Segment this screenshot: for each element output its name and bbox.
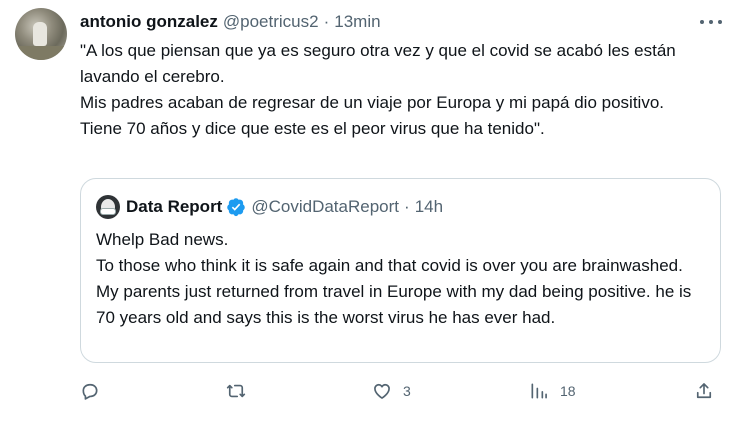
tweet-text: "A los que piensan que ya es seguro otra… bbox=[80, 41, 676, 138]
quoted-author-avatar[interactable] bbox=[96, 195, 120, 219]
verified-badge-icon bbox=[227, 198, 246, 217]
views-icon bbox=[531, 383, 547, 399]
author-handle[interactable]: @poetricus2 bbox=[223, 12, 319, 32]
quoted-tweet[interactable]: Data Report @CovidDataReport · 14h Whelp… bbox=[80, 178, 721, 363]
reply-button[interactable] bbox=[80, 376, 111, 406]
retweet-icon bbox=[226, 384, 246, 398]
views-count: 18 bbox=[560, 383, 576, 399]
quoted-header-separator: · bbox=[404, 197, 410, 216]
like-button[interactable]: 3 bbox=[372, 376, 411, 406]
header-separator: · bbox=[323, 12, 330, 31]
share-button[interactable] bbox=[694, 376, 714, 406]
reply-icon bbox=[82, 383, 98, 400]
more-dot bbox=[709, 20, 713, 24]
author-avatar[interactable] bbox=[15, 8, 67, 60]
author-name[interactable]: antonio gonzalez bbox=[80, 12, 218, 32]
action-bar: 3 18 bbox=[0, 376, 738, 406]
like-count: 3 bbox=[403, 383, 411, 399]
quoted-author-handle[interactable]: @CovidDataReport bbox=[251, 197, 399, 217]
more-dot bbox=[700, 20, 704, 24]
more-dot bbox=[718, 20, 722, 24]
avatar-ground bbox=[15, 46, 67, 60]
heart-icon bbox=[374, 383, 390, 399]
quoted-author-name[interactable]: Data Report bbox=[126, 197, 222, 217]
tweet-header: antonio gonzalez @poetricus2 · 13min bbox=[80, 11, 381, 33]
avatar-figure bbox=[33, 22, 47, 46]
share-icon bbox=[696, 383, 712, 399]
tweet-time[interactable]: 13min bbox=[334, 12, 380, 32]
quoted-tweet-header: Data Report @CovidDataReport · 14h bbox=[96, 195, 443, 219]
quoted-tweet-text: Whelp Bad news. To those who think it is… bbox=[96, 230, 692, 327]
quoted-tweet-time[interactable]: 14h bbox=[415, 197, 443, 217]
views-button[interactable]: 18 bbox=[529, 376, 576, 406]
retweet-button[interactable] bbox=[226, 376, 257, 406]
more-icon[interactable] bbox=[700, 12, 722, 32]
avatar-mask bbox=[100, 208, 116, 215]
